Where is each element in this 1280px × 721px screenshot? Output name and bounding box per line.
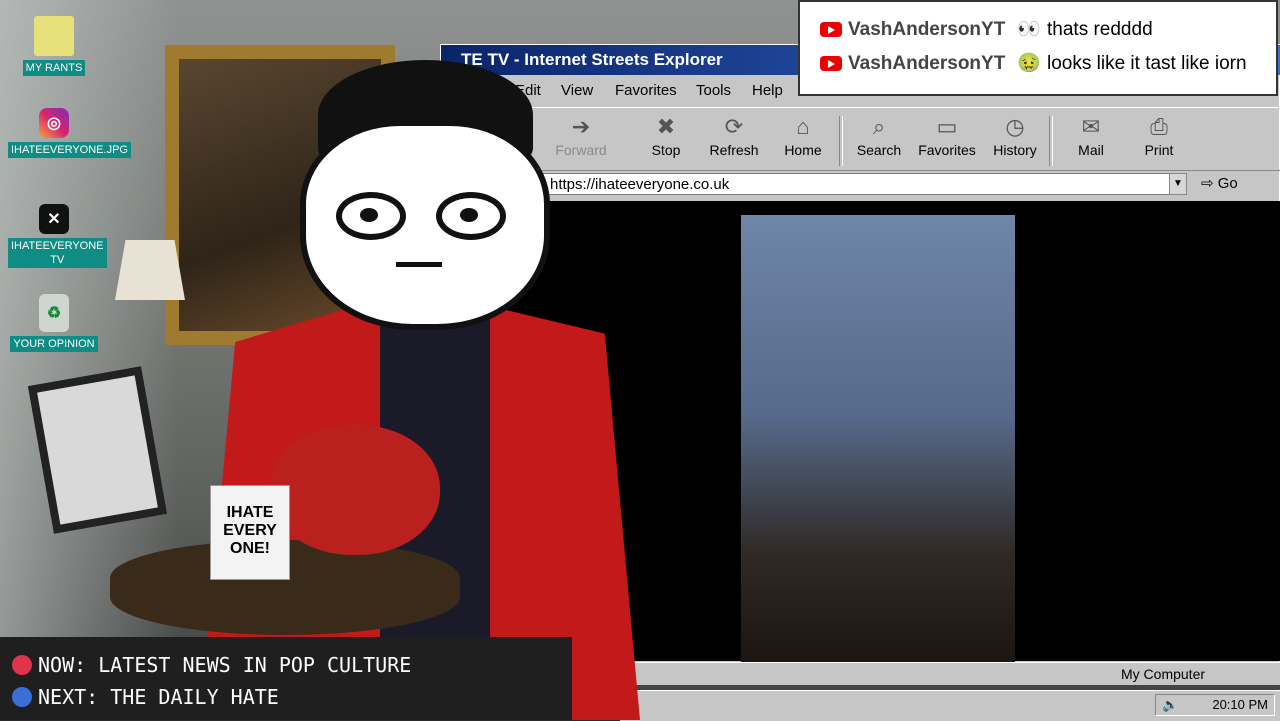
lamp-shade — [115, 240, 185, 300]
youtube-icon — [820, 56, 842, 72]
teapot — [270, 425, 440, 555]
refresh-icon: ⟳ — [724, 114, 744, 139]
search-button[interactable]: ⌕ Search — [844, 114, 914, 158]
stop-button[interactable]: ✖ Stop — [631, 114, 701, 158]
chat-text: looks like it tast like iorn — [1047, 53, 1247, 74]
x-icon: ✕ — [39, 204, 69, 234]
address-dropdown-button[interactable]: ▼ — [1169, 173, 1187, 195]
status-zone: My Computer — [1121, 666, 1206, 682]
go-button[interactable]: ⇨ Go — [1201, 173, 1251, 195]
menu-tools[interactable]: Tools — [696, 82, 731, 99]
desktop-icon-instagram[interactable]: ◎ IHATEEVERYONE.JPG — [8, 108, 131, 158]
go-label: Go — [1217, 175, 1238, 192]
mail-icon: ✉ — [1081, 114, 1101, 139]
favorites-button[interactable]: ▭ Favorites — [912, 114, 982, 158]
now-dot-icon — [12, 655, 32, 675]
mail-label: Mail — [1078, 142, 1104, 158]
favorites-label: Favorites — [918, 142, 976, 158]
chat-message: VashAndersonYT 🤢 looks like it tast like i… — [820, 49, 1247, 79]
home-button[interactable]: ⌂ Home — [768, 114, 838, 158]
youtube-icon — [820, 22, 842, 38]
clock: 20:10 PM — [1212, 697, 1268, 712]
toolbar-separator — [839, 116, 843, 166]
desktop-icon-my-rants[interactable]: MY RANTS — [8, 16, 100, 76]
home-label: Home — [784, 142, 822, 158]
next-dot-icon — [12, 687, 32, 707]
chat-text: thats redddd — [1047, 19, 1153, 40]
instagram-icon: ◎ — [39, 108, 69, 138]
print-button[interactable]: ⎙ Print — [1124, 114, 1194, 158]
stop-label: Stop — [651, 142, 681, 158]
desktop-icon-label: MY RANTS — [22, 60, 86, 76]
address-url: https://ihateeveryone.co.uk — [550, 176, 730, 193]
system-tray: 🔈 20:10 PM — [1155, 694, 1275, 716]
stop-icon: ✖ — [656, 114, 676, 139]
recycle-bin-icon: ♻ — [39, 294, 69, 332]
desktop-icon-label: IHATEEVERYONE TV — [8, 238, 107, 268]
desktop-icon-x[interactable]: ✕ IHATEEVERYONE TV — [8, 204, 107, 268]
history-icon: ◷ — [1005, 114, 1025, 139]
chat-username: VashAndersonYT — [848, 19, 1006, 40]
address-bar[interactable]: https://ihateeveryone.co.uk — [531, 173, 1171, 195]
refresh-label: Refresh — [709, 142, 759, 158]
next-line: NEXT: THE DAILY HATE — [12, 685, 279, 709]
refresh-button[interactable]: ⟳ Refresh — [699, 114, 769, 158]
toolbar-separator — [1049, 116, 1053, 166]
search-label: Search — [856, 142, 902, 158]
folder-icon — [34, 16, 74, 56]
now-line: NOW: LATEST NEWS IN POP CULTURE — [12, 653, 411, 677]
desktop-icon-your-opinion[interactable]: ♻ YOUR OPINION — [8, 294, 100, 352]
host-cartoon-head — [300, 120, 550, 330]
menu-favorites[interactable]: Favorites — [615, 82, 677, 99]
menu-help[interactable]: Help — [752, 82, 783, 99]
browser-toolbar: ➔ Forward ✖ Stop ⟳ Refresh ⌂ Home ⌕ Sear… — [441, 107, 1280, 171]
forward-label: Forward — [555, 142, 607, 158]
desktop-icon-label: YOUR OPINION — [10, 336, 98, 352]
chat-emoji: 🤢 — [1017, 53, 1041, 74]
next-text: NEXT: THE DAILY HATE — [38, 685, 279, 709]
browser-title: TE TV - Internet Streets Explorer — [461, 50, 723, 69]
menu-view[interactable]: View — [561, 82, 593, 99]
lower-third: NOW: LATEST NEWS IN POP CULTURE NEXT: TH… — [0, 637, 572, 720]
mug-text: IHATE EVERY ONE! — [223, 504, 277, 557]
search-icon: ⌕ — [872, 114, 886, 139]
desktop-icon-label: IHATEEVERYONE.JPG — [8, 142, 131, 158]
mail-button[interactable]: ✉ Mail — [1056, 114, 1126, 158]
history-label: History — [993, 142, 1037, 158]
print-label: Print — [1144, 142, 1174, 158]
video-player[interactable] — [741, 215, 1015, 665]
chat-emoji: 👀 — [1017, 19, 1041, 40]
host-mouth — [396, 262, 442, 267]
printer-icon: ⎙ — [1150, 114, 1168, 139]
host-right-eye — [436, 192, 506, 240]
chat-message: VashAndersonYT 👀 thats redddd — [820, 15, 1153, 45]
mug: IHATE EVERY ONE! — [210, 485, 290, 580]
speaker-icon[interactable]: 🔈 — [1156, 695, 1178, 715]
now-text: NOW: LATEST NEWS IN POP CULTURE — [38, 653, 412, 677]
home-icon: ⌂ — [796, 114, 810, 139]
forward-button[interactable]: ➔ Forward — [546, 114, 616, 158]
favorites-folder-icon: ▭ — [936, 114, 958, 139]
chat-username: VashAndersonYT — [848, 53, 1006, 74]
go-arrow-icon: ⇨ — [1201, 175, 1214, 192]
host-left-eye — [336, 192, 406, 240]
history-button[interactable]: ◷ History — [980, 114, 1050, 158]
chat-overlay: VashAndersonYT 👀 thats redddd VashAnderson… — [798, 0, 1278, 96]
forward-arrow-icon: ➔ — [571, 114, 591, 139]
